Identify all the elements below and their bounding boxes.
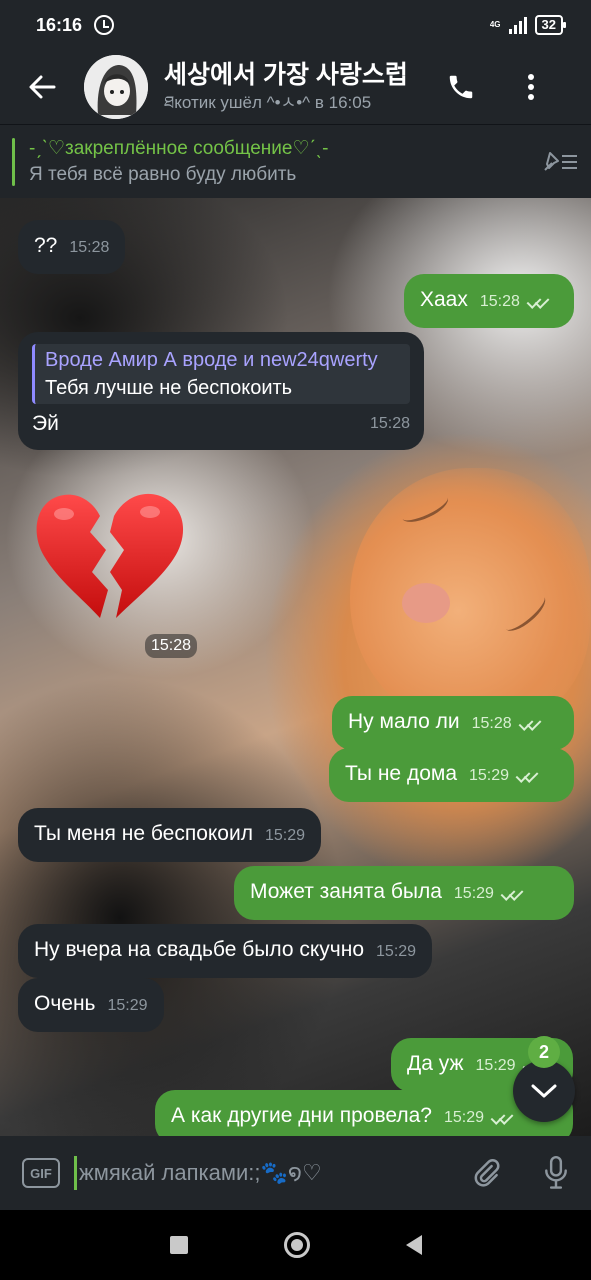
chat-status: ཐкотик ушёл ^•ㅅ•^ в 16:05 — [164, 93, 372, 112]
message-time: 15:29 — [107, 997, 148, 1014]
message-text: Эй — [32, 412, 59, 435]
message-text: Ну вчера на свадьбе было скучно — [34, 938, 365, 961]
message-time: 15:28 — [479, 293, 520, 310]
reply-quote[interactable]: Вроде Амир А вроде и new24qwerty Тебя лу… — [32, 344, 410, 404]
message-text: Ты меня не беспокоил — [34, 822, 253, 845]
pinned-title: -ˏˋ♡закреплённое сообщение♡ˊˎ- — [29, 137, 329, 159]
status-time: 16:16 — [36, 14, 83, 35]
message-incoming-reply[interactable]: Вроде Амир А вроде и new24qwerty Тебя лу… — [18, 332, 424, 450]
message-incoming[interactable]: Ты меня не беспокоил 15:29 — [18, 808, 322, 862]
unread-badge: 2 — [528, 1036, 560, 1068]
message-text: Очень — [34, 992, 96, 1015]
message-text: А как другие дни провела? — [171, 1104, 432, 1127]
message-incoming[interactable]: Ну вчера на свадьбе было скучно 15:29 — [18, 924, 433, 978]
home-button[interactable] — [283, 1232, 310, 1258]
message-text: Ты не дома — [345, 762, 457, 785]
message-time: 15:29 — [469, 767, 510, 784]
message-text: ?? — [34, 234, 58, 257]
chat-title[interactable]: 세상에서 가장 사랑스럽 — [164, 59, 426, 91]
message-outgoing[interactable]: Может занята была 15:29 — [234, 866, 574, 920]
broken-heart-sticker[interactable] — [30, 486, 190, 626]
message-incoming[interactable]: Очень 15:29 — [18, 978, 164, 1032]
message-time: 15:29 — [376, 943, 417, 960]
message-time: 15:28 — [69, 239, 110, 256]
message-outgoing[interactable]: Хаах 15:28 — [404, 274, 574, 328]
message-time: 15:28 — [369, 415, 410, 432]
pinned-text: Я тебя всё равно буду любить — [29, 163, 297, 185]
message-outgoing[interactable]: Ты не дома 15:29 — [329, 748, 574, 802]
network-type: 4G — [489, 20, 501, 29]
chevron-down-icon — [531, 1084, 557, 1098]
gif-button[interactable]: GIF — [22, 1158, 60, 1188]
double-check-icon — [490, 1111, 516, 1125]
message-time: 15:28 — [471, 715, 512, 732]
status-bar: 16:16 4G 32 — [0, 0, 591, 50]
signal-icon — [508, 16, 527, 34]
call-button[interactable] — [426, 50, 496, 124]
pinned-list-button[interactable] — [531, 125, 591, 199]
pinned-indicator — [12, 137, 15, 186]
system-nav-bar — [0, 1210, 591, 1280]
double-check-icon — [515, 769, 541, 783]
pin-list-icon — [544, 151, 577, 171]
alarm-icon — [94, 15, 115, 35]
battery-icon: 32 — [534, 15, 567, 35]
message-outgoing[interactable]: А как другие дни провела? 15:29 — [155, 1090, 573, 1136]
message-time: 15:29 — [264, 827, 306, 844]
voice-button[interactable] — [521, 1136, 591, 1210]
system-back-button[interactable] — [405, 1235, 422, 1255]
chat-header: 세상에서 가장 사랑스럽 ཐкотик ушёл ^•ㅅ•^ в 16:05 — [0, 50, 591, 124]
message-time: 15:29 — [443, 1109, 484, 1126]
message-time: 15:29 — [475, 1057, 516, 1074]
avatar[interactable] — [84, 55, 148, 119]
microphone-icon — [545, 1156, 567, 1189]
sticker-time: 15:28 — [145, 634, 198, 658]
message-text: Может занята была — [250, 880, 442, 903]
double-check-icon — [518, 717, 544, 731]
message-text: Хаах — [420, 288, 468, 311]
menu-button[interactable] — [496, 50, 566, 124]
phone-icon — [449, 75, 473, 99]
chat-area[interactable]: ?? 15:28 Хаах 15:28 Вроде Амир А вроде и n… — [0, 198, 591, 1136]
reply-text: Тебя лучше не беспокоить — [45, 377, 293, 399]
wallpaper-cat-nose — [402, 583, 450, 623]
text-cursor — [74, 1156, 77, 1190]
double-check-icon — [500, 887, 526, 901]
paperclip-icon — [474, 1158, 500, 1187]
scroll-down-button[interactable] — [513, 1060, 575, 1122]
attach-button[interactable] — [451, 1136, 521, 1210]
wallpaper-cat — [350, 468, 590, 728]
message-incoming[interactable]: ?? 15:28 — [18, 220, 126, 274]
pinned-message-bar[interactable]: -ˏˋ♡закреплённое сообщение♡ˊˎ- Я тебя вс… — [0, 124, 591, 198]
message-text: Ну мало ли — [348, 710, 460, 733]
message-input-bar: GIF жмякай лапками:;🐾໑♡ — [0, 1136, 591, 1210]
message-time: 15:29 — [453, 885, 494, 902]
arrow-left-icon — [29, 75, 56, 99]
back-button[interactable] — [0, 50, 84, 124]
recent-apps-button[interactable] — [169, 1236, 188, 1254]
message-input[interactable]: жмякай лапками:;🐾໑♡ — [79, 1160, 451, 1186]
more-vertical-icon — [528, 74, 534, 100]
double-check-icon — [526, 295, 552, 309]
message-outgoing[interactable]: Ну мало ли 15:28 — [332, 696, 574, 750]
reply-author: Вроде Амир А вроде и new24qwerty — [45, 349, 378, 371]
message-text: Да уж — [407, 1052, 464, 1075]
